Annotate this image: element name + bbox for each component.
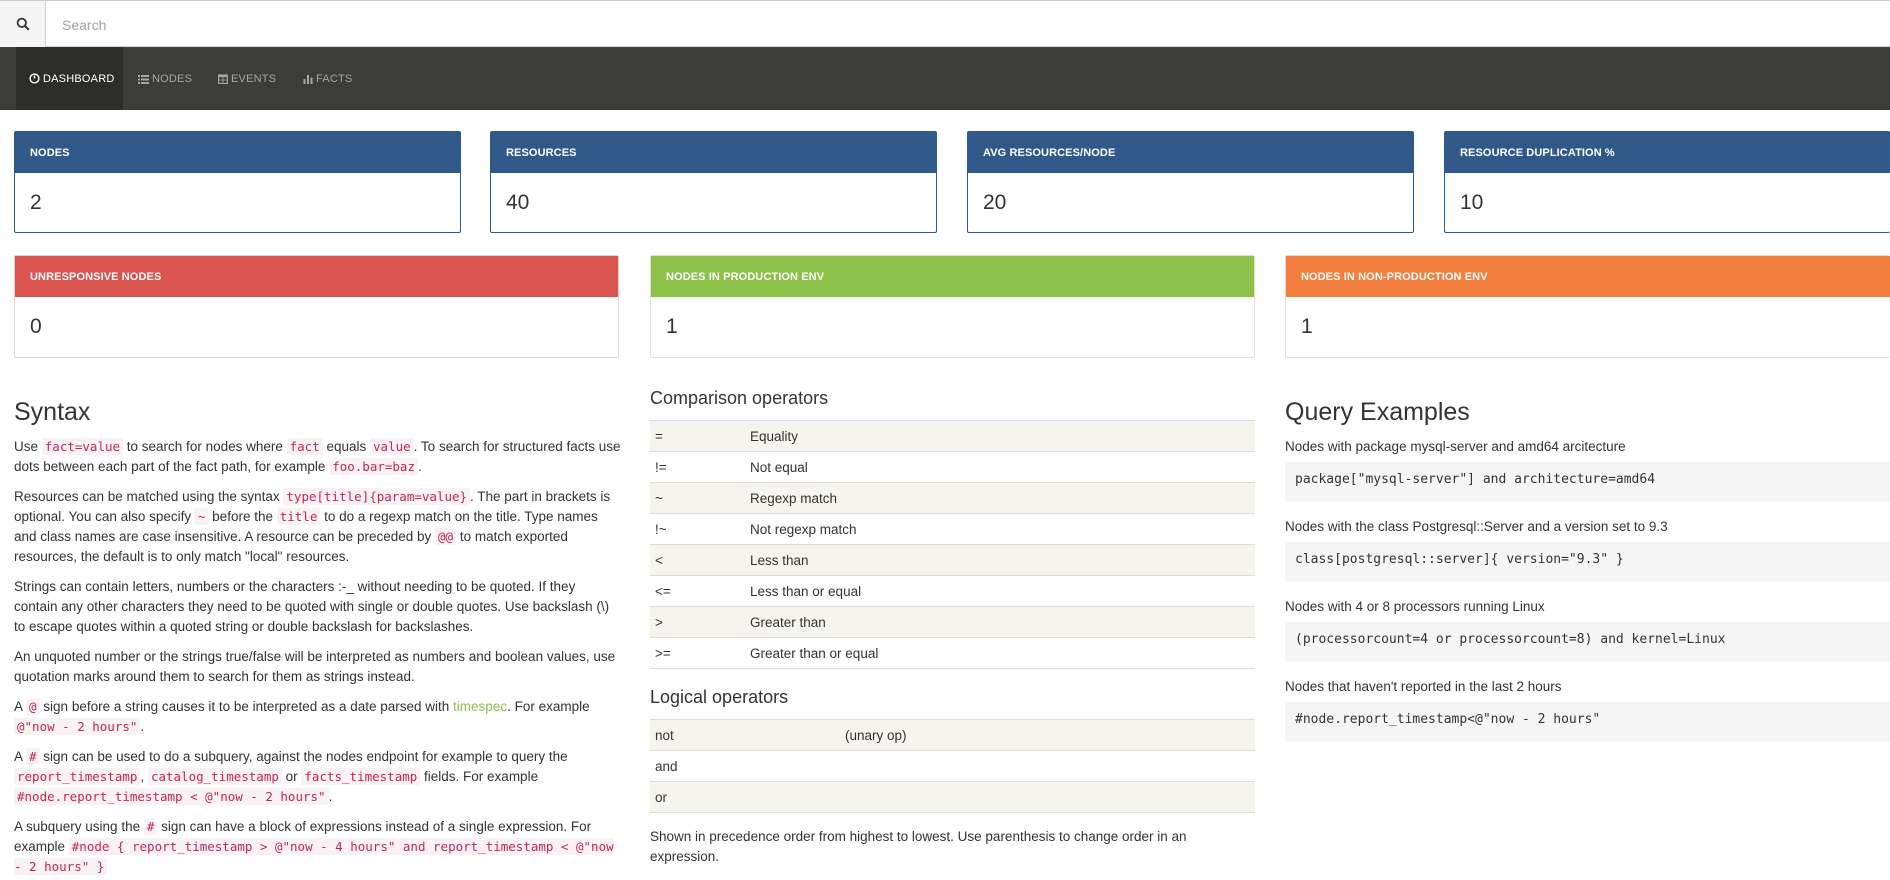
example-description: Nodes with the class Postgresql::Server …: [1285, 519, 1668, 534]
syntax-paragraph: Resources can be matched using the synta…: [14, 488, 611, 564]
table-row: <= Less than or equal: [650, 575, 1255, 607]
syntax-section: Syntax Use fact=value to search for node…: [14, 398, 622, 880]
search-button[interactable]: [0, 1, 46, 47]
query-examples-title: Query Examples: [1285, 398, 1470, 426]
stat-panel-resource-duplication: RESOURCE DUPLICATION % 10: [1444, 131, 1890, 233]
stat-panel-non-production-env: NODES IN NON-PRODUCTION ENV 1: [1285, 255, 1890, 358]
syntax-paragraph: A # sign can be used to do a subquery, a…: [14, 748, 568, 805]
stat-panel-resources: RESOURCES 40: [490, 131, 937, 233]
stat-panel-avg-resources: AVG RESOURCES/NODE 20: [967, 131, 1414, 233]
stat-label: AVG RESOURCES/NODE: [968, 132, 1413, 173]
dashboard-icon: [29, 73, 40, 84]
stat-value: 1: [666, 315, 678, 338]
table-row: != Not equal: [650, 451, 1255, 483]
query-examples-section: Query Examples Nodes with package mysql-…: [1285, 398, 1890, 757]
precedence-note: Shown in precedence order from highest t…: [650, 829, 1187, 864]
syntax-paragraph: A subquery using the # sign can have a b…: [14, 818, 614, 875]
syntax-paragraph: An unquoted number or the strings true/f…: [14, 649, 616, 684]
logical-operators-table: not (unary op) and or: [650, 719, 1255, 813]
nav-events-label: EVENTS: [231, 72, 277, 85]
syntax-paragraph: Strings can contain letters, numbers or …: [14, 579, 610, 634]
list-icon: [138, 74, 149, 84]
stat-panel-production-env: NODES IN PRODUCTION ENV 1: [650, 255, 1255, 358]
stat-value: 0: [30, 315, 42, 338]
table-row: not (unary op): [650, 719, 1255, 751]
syntax-paragraph: Use fact=value to search for nodes where…: [14, 438, 621, 475]
search-input[interactable]: [62, 14, 1762, 36]
stat-label: UNRESPONSIVE NODES: [15, 256, 618, 297]
stat-panel-nodes: NODES 2: [14, 131, 461, 233]
syntax-paragraph: A @ sign before a string causes it to be…: [14, 698, 590, 735]
nav-nodes[interactable]: NODES: [138, 47, 192, 110]
stat-value: 20: [983, 191, 1007, 214]
example-description: Nodes with package mysql-server and amd6…: [1285, 439, 1626, 454]
table-row: >= Greater than or equal: [650, 637, 1255, 669]
table-row: !~ Not regexp match: [650, 513, 1255, 545]
syntax-title: Syntax: [14, 398, 91, 426]
stat-value: 10: [1460, 191, 1484, 214]
stat-label: RESOURCES: [491, 132, 936, 173]
operators-section: Comparison operators = Equality != Not equ…: [650, 388, 1255, 867]
example-description: Nodes with 4 or 8 processors running Lin…: [1285, 599, 1545, 614]
search-bar: [0, 0, 1890, 47]
stat-label: NODES IN PRODUCTION ENV: [651, 256, 1254, 297]
nav-dashboard-label: DASHBOARD: [43, 72, 115, 85]
example-description: Nodes that haven't reported in the last …: [1285, 679, 1562, 694]
timespec-link[interactable]: timespec: [453, 699, 507, 714]
example-query: class[postgresql::server]{ version="9.3"…: [1285, 542, 1890, 582]
table-row: and: [650, 750, 1255, 782]
comparison-operators-title: Comparison operators: [650, 388, 829, 408]
stat-value: 2: [30, 191, 42, 214]
stat-label: RESOURCE DUPLICATION %: [1445, 132, 1890, 173]
example-query: (processorcount=4 or processorcount=8) a…: [1285, 622, 1890, 662]
stat-label: NODES IN NON-PRODUCTION ENV: [1286, 256, 1890, 297]
table-row: < Less than: [650, 544, 1255, 576]
table-row: = Equality: [650, 420, 1255, 452]
table-row: ~ Regexp match: [650, 482, 1255, 514]
comparison-operators-table: = Equality != Not equal ~ Regexp match !~ No…: [650, 420, 1255, 669]
example-query: package["mysql-server"] and architecture…: [1285, 462, 1890, 502]
logical-operators-title: Logical operators: [650, 687, 789, 707]
calendar-icon: [218, 73, 228, 84]
stat-value: 40: [506, 191, 530, 214]
table-row: > Greater than: [650, 606, 1255, 638]
nav-nodes-label: NODES: [152, 72, 193, 85]
nav-events[interactable]: EVENTS: [218, 47, 276, 110]
nav-facts-label: FACTS: [316, 72, 353, 85]
table-row: or: [650, 781, 1255, 813]
example-query: #node.report_timestamp<@"now - 2 hours": [1285, 702, 1890, 742]
nav-facts[interactable]: FACTS: [303, 47, 352, 110]
stat-value: 1: [1301, 315, 1313, 338]
search-icon: [16, 17, 30, 31]
main-navbar: DASHBOARD NODES EVENTS FACTS: [0, 47, 1890, 110]
stat-label: NODES: [15, 132, 460, 173]
nav-dashboard[interactable]: DASHBOARD: [16, 47, 123, 110]
stat-panel-unresponsive-nodes: UNRESPONSIVE NODES 0: [14, 255, 619, 358]
bar-chart-icon: [303, 74, 313, 84]
